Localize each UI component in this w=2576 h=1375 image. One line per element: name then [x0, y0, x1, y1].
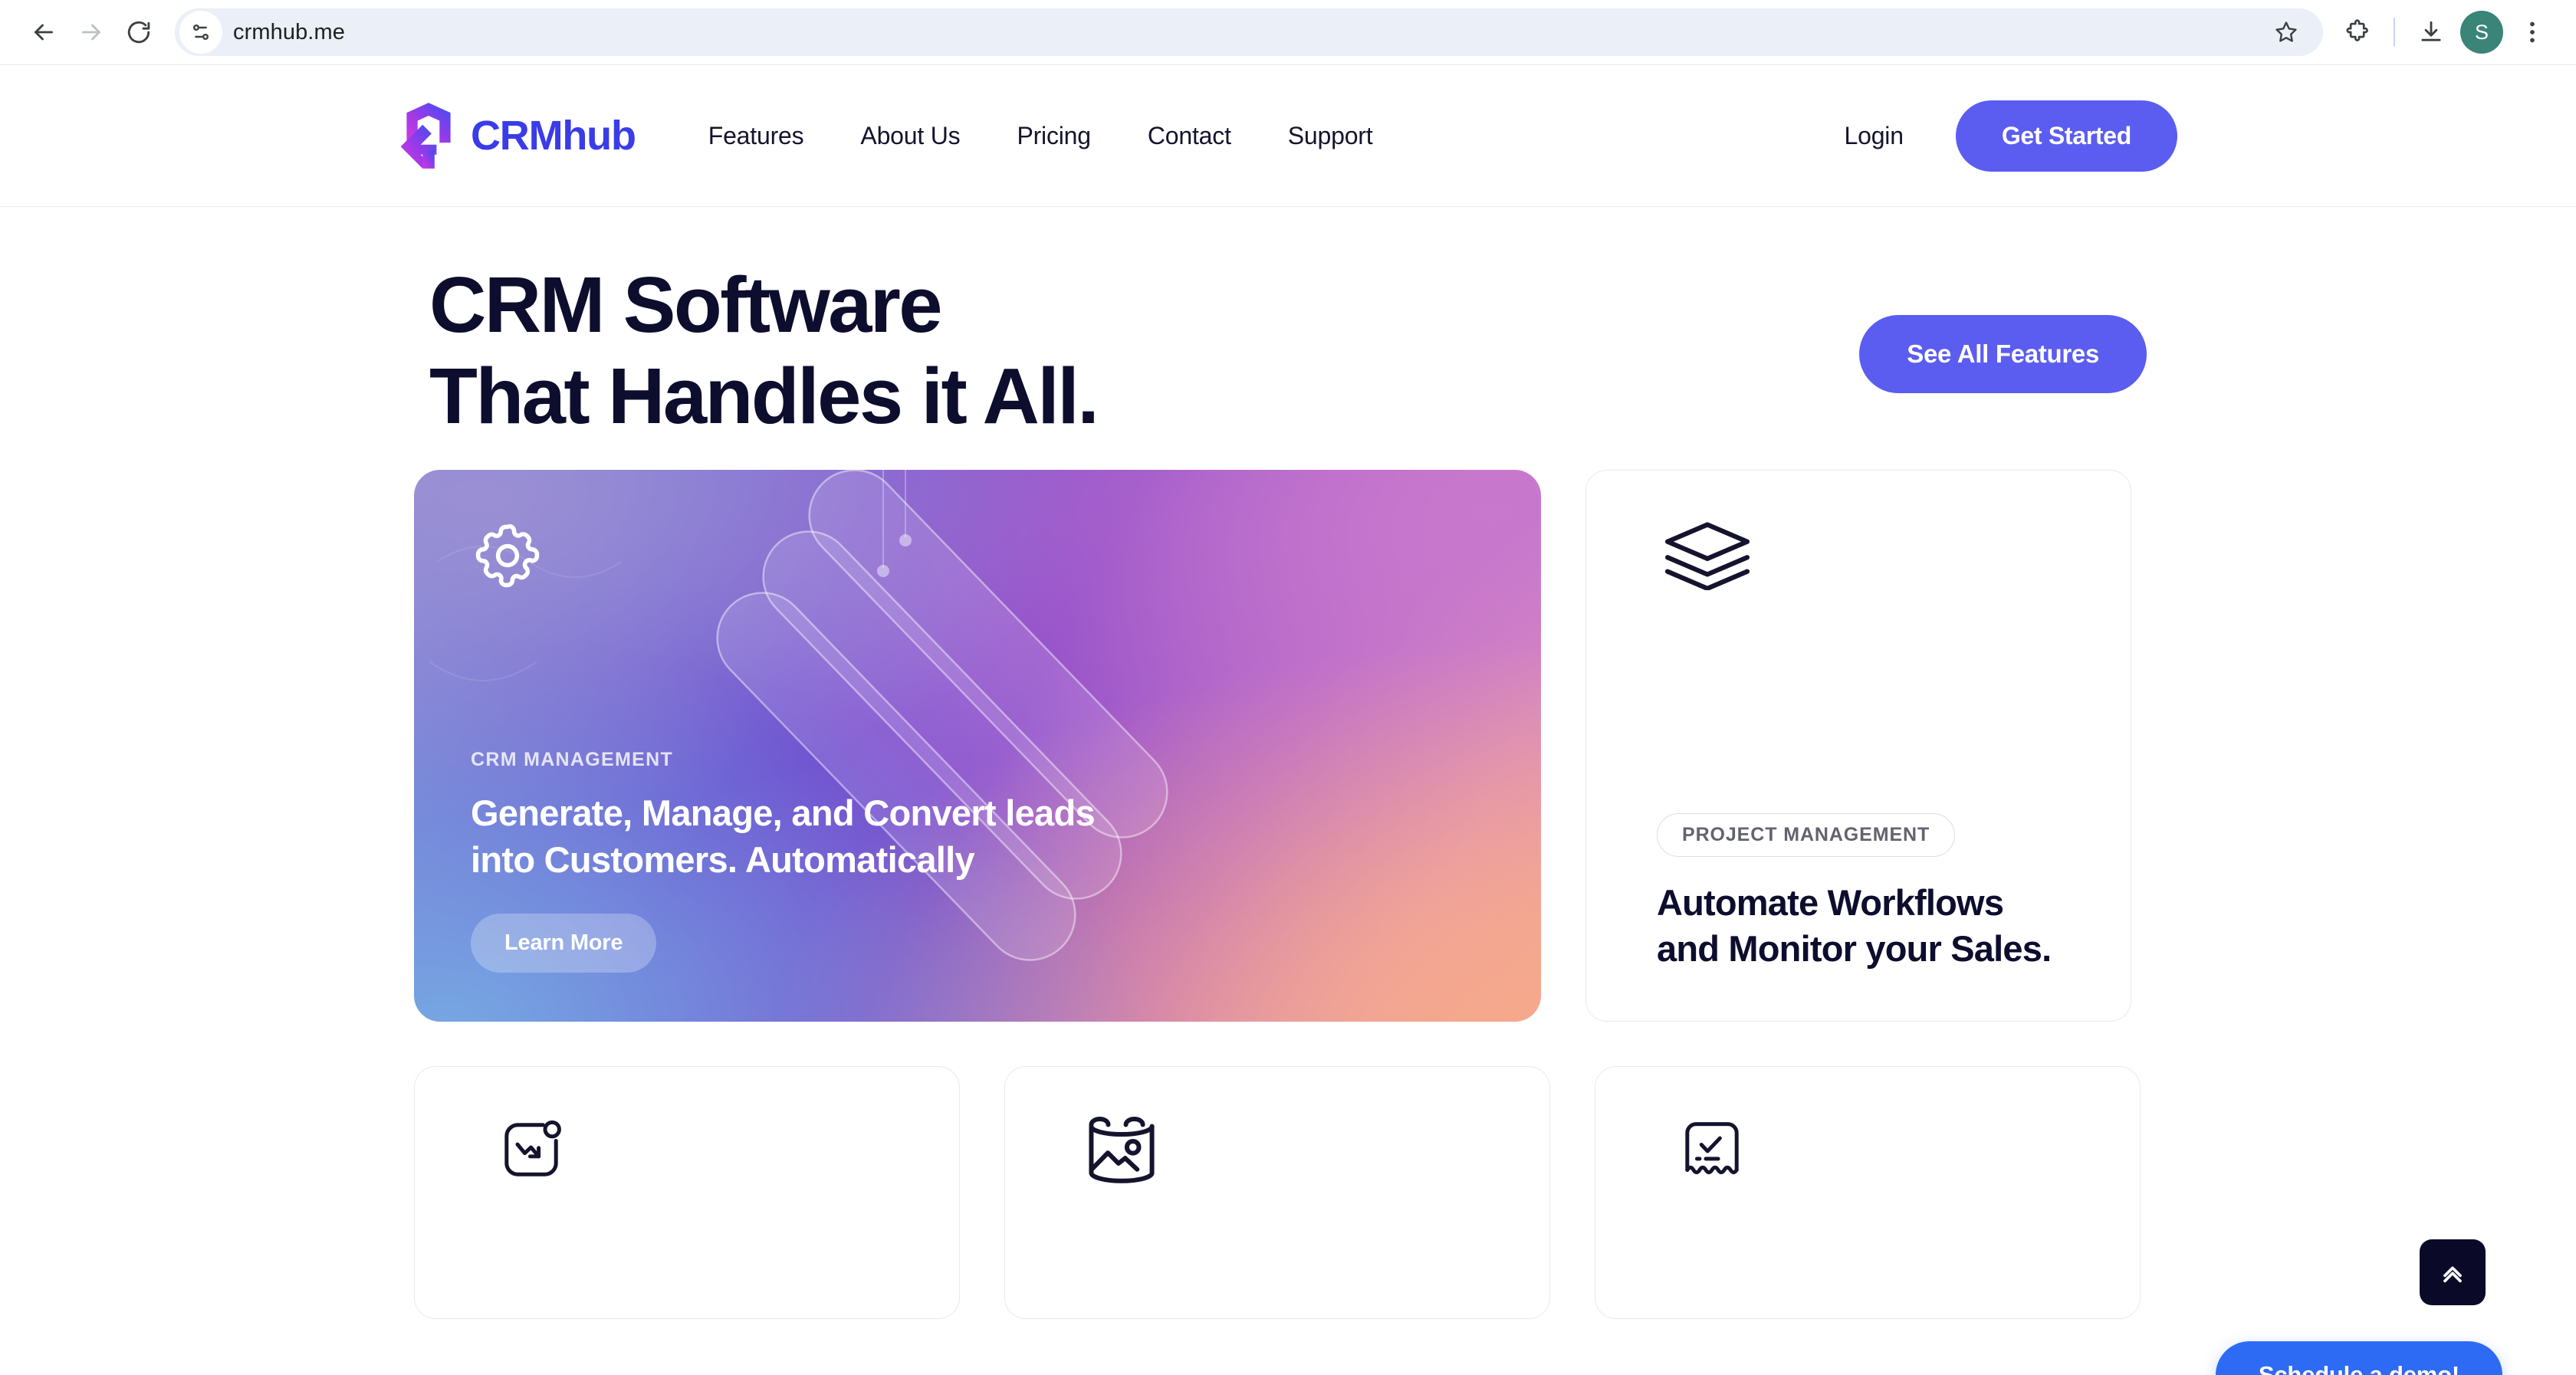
reload-button[interactable] [115, 8, 163, 56]
main-navigation: Features About Us Pricing Contact Suppor… [680, 113, 1401, 159]
status-badge: PROJECT MANAGEMENT [1657, 812, 1956, 857]
card-title: Generate, Manage, and Convert leads into… [471, 792, 1096, 880]
url-text[interactable]: crmhub.me [233, 20, 2266, 45]
schedule-demo-button[interactable]: Schedule a demo! [2215, 1341, 2502, 1375]
nav-item-contact[interactable]: Contact [1119, 113, 1260, 159]
avatar: S [2460, 11, 2503, 54]
browser-actions: S [2334, 8, 2556, 56]
trending-down-icon [504, 1120, 561, 1176]
invoicing-card[interactable] [1595, 1065, 2141, 1319]
forward-arrow-icon [82, 24, 100, 41]
features-row-top: CRM MANAGEMENT Generate, Manage, and Con… [414, 469, 2162, 1022]
crm-management-card[interactable]: CRM MANAGEMENT Generate, Manage, and Con… [414, 469, 1541, 1022]
nav-item-about-us[interactable]: About Us [832, 113, 988, 159]
deco-dot [877, 564, 889, 577]
gear-icon [475, 523, 540, 588]
back-button[interactable] [20, 8, 67, 56]
site-settings-icon [193, 25, 209, 40]
analytics-card[interactable] [414, 1065, 960, 1319]
nav-item-features[interactable]: Features [680, 113, 833, 159]
double-chevron-up-icon [2443, 1266, 2462, 1283]
project-management-card[interactable]: PROJECT MANAGEMENT Automate Workflows an… [1585, 469, 2131, 1022]
brand-logo[interactable]: CRMhub [399, 103, 636, 169]
crmhub-logo-icon [400, 103, 451, 169]
webpage: CRMhub Features About Us Pricing Contact… [0, 65, 2576, 1375]
deco-dot [899, 533, 912, 546]
card-spacer [1657, 590, 2060, 813]
layers-icon [1664, 522, 1750, 590]
page-title: CRM Software That Handles it All. [429, 261, 1099, 441]
image-icon [1089, 1116, 1155, 1183]
see-all-features-button[interactable]: See All Features [1859, 315, 2147, 393]
learn-more-button[interactable]: Learn More [471, 913, 657, 973]
site-header: CRMhub Features About Us Pricing Contact… [0, 65, 2576, 207]
download-icon [2421, 21, 2441, 41]
receipt-check-icon [1685, 1122, 1739, 1174]
features-row-bottom [414, 1065, 2162, 1319]
card-title: Automate Workflows and Monitor your Sale… [1657, 881, 2052, 969]
bookmark-button[interactable] [2266, 12, 2306, 52]
features-grid: CRM MANAGEMENT Generate, Manage, and Con… [0, 469, 2576, 1319]
hero-section: CRM Software That Handles it All. See Al… [0, 207, 2576, 442]
downloads-button[interactable] [2407, 8, 2455, 56]
address-bar[interactable]: crmhub.me [175, 8, 2323, 56]
browser-toolbar: crmhub.me S [0, 0, 2576, 65]
site-info-button[interactable] [179, 11, 222, 54]
nav-item-support[interactable]: Support [1260, 113, 1401, 159]
brand-name: CRMhub [471, 113, 636, 159]
login-link[interactable]: Login [1814, 113, 1934, 159]
nav-item-pricing[interactable]: Pricing [988, 113, 1119, 159]
scroll-to-top-button[interactable] [2420, 1239, 2486, 1305]
back-arrow-icon [34, 24, 53, 41]
browser-menu-button[interactable] [2509, 8, 2556, 56]
card-spacer [471, 592, 1484, 749]
get-started-button[interactable]: Get Started [1955, 100, 2177, 172]
extensions-button[interactable] [2334, 8, 2381, 56]
three-dot-menu-icon [2530, 21, 2535, 43]
toolbar-divider [2394, 18, 2395, 47]
profile-button[interactable]: S [2458, 8, 2505, 56]
header-actions: Login Get Started [1814, 100, 2177, 172]
card-eyebrow: CRM MANAGEMENT [471, 748, 674, 770]
puzzle-piece-icon [2346, 19, 2368, 41]
star-icon [2275, 21, 2297, 42]
forward-button[interactable] [67, 8, 115, 56]
media-card[interactable] [1004, 1065, 1550, 1319]
reload-icon [127, 21, 150, 44]
